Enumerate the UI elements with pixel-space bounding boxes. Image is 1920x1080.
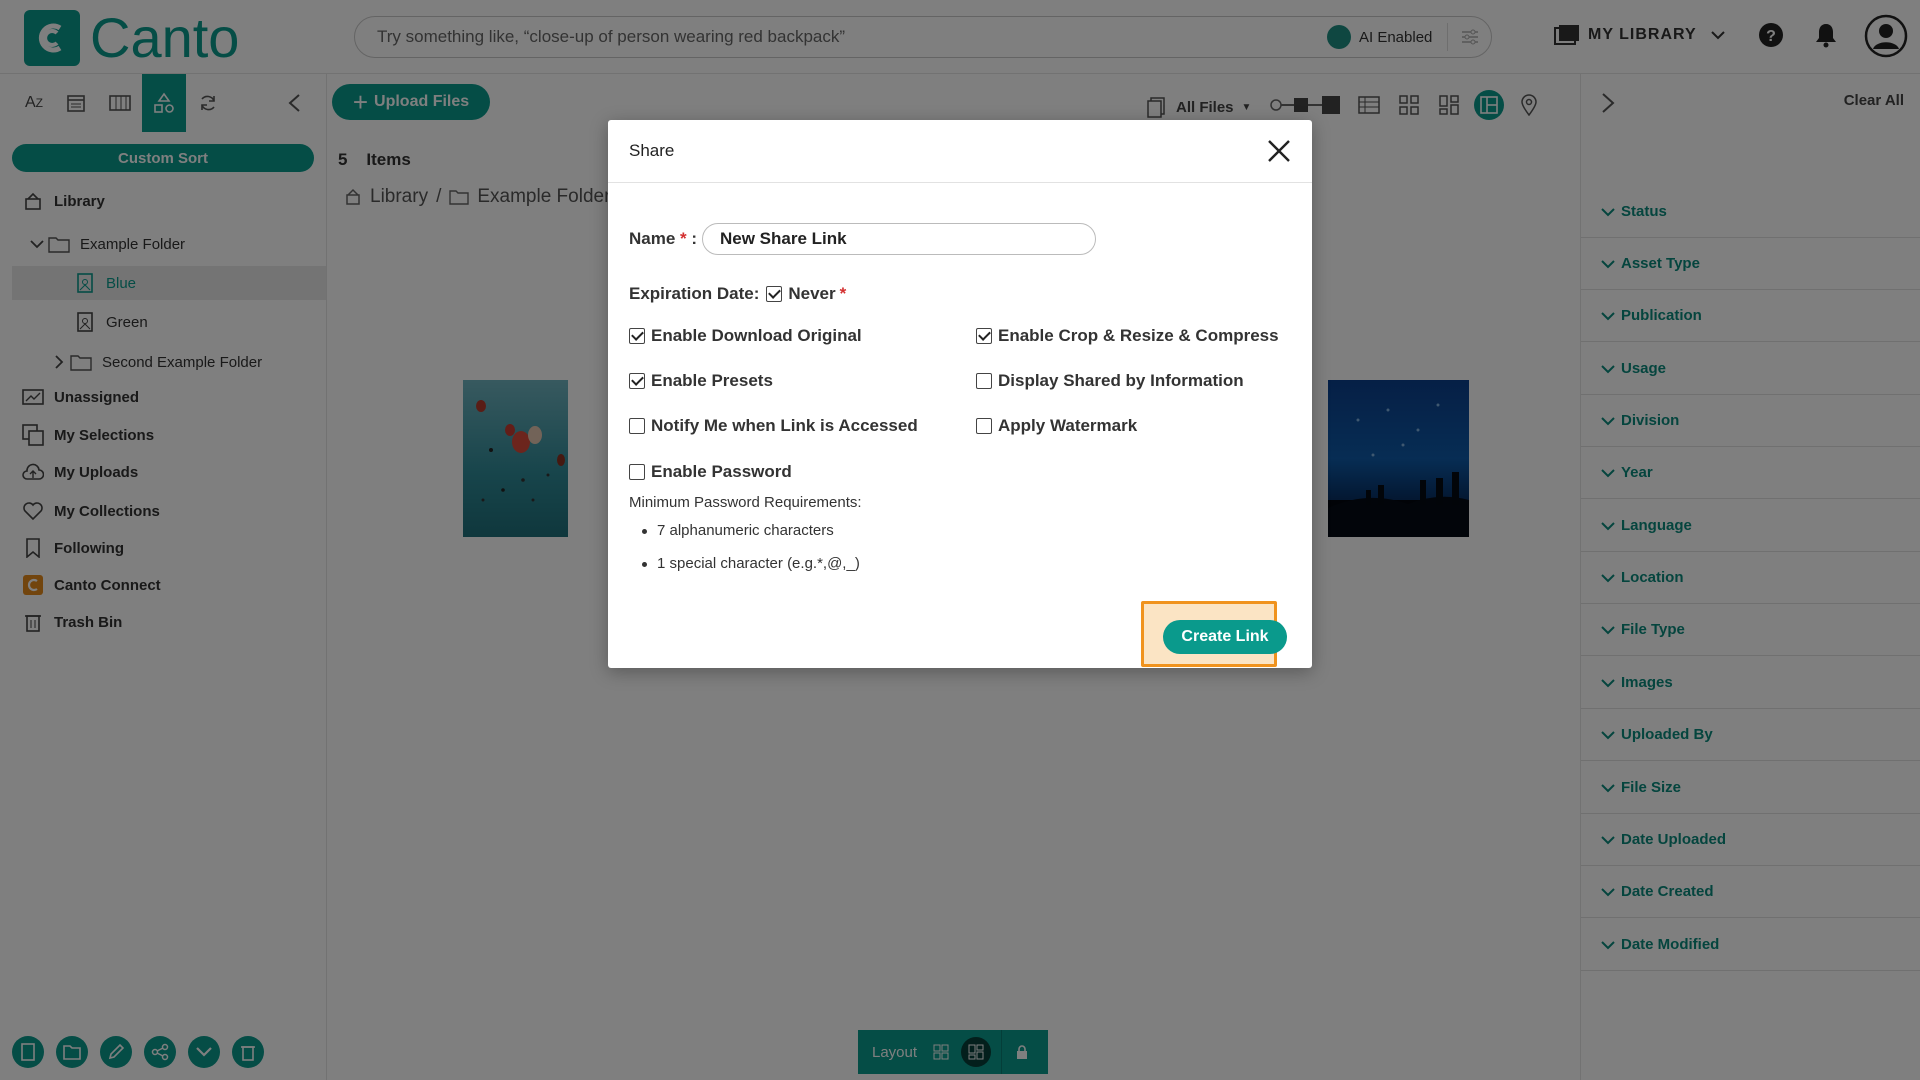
never-label: Never [788,284,836,303]
enable-password-checkbox[interactable] [629,464,645,480]
apply-watermark-option[interactable]: Apply Watermark [976,416,1137,436]
requirement-text: 7 alphanumeric characters [657,522,834,539]
bullet-icon [642,529,647,534]
dialog-title: Share [629,141,675,160]
enable-password-label: Enable Password [651,462,792,481]
never-expire-checkbox[interactable] [766,286,783,302]
enable-crop-resize-option[interactable]: Enable Crop & Resize & Compress [976,326,1279,346]
notify-on-access-label: Notify Me when Link is Accessed [651,416,918,435]
display-shared-by-label: Display Shared by Information [998,371,1244,390]
share-name-input[interactable] [702,223,1096,255]
enable-presets-checkbox[interactable] [629,373,645,389]
expiration-row: Expiration Date: Never * [629,284,846,304]
enable-crop-resize-label: Enable Crop & Resize & Compress [998,326,1279,345]
apply-watermark-label: Apply Watermark [998,416,1138,435]
enable-password-option[interactable]: Enable Password [629,462,792,482]
notify-on-access-checkbox[interactable] [629,418,645,434]
close-icon[interactable] [1266,138,1292,164]
enable-download-original-checkbox[interactable] [629,328,645,344]
notify-on-access-option[interactable]: Notify Me when Link is Accessed [629,416,918,436]
enable-crop-resize-checkbox[interactable] [976,328,992,344]
required-asterisk: * [680,229,687,248]
password-requirements-label: Minimum Password Requirements: [629,494,862,511]
list-item: 1 special character (e.g.*,@,_) [642,555,860,588]
share-dialog: Share Name * : Expiration Date: Never * … [608,120,1312,668]
create-link-highlight: Create Link [1141,601,1287,667]
dialog-header: Share [608,120,1312,183]
requirement-text: 1 special character (e.g.*,@,_) [657,555,860,572]
enable-download-original-label: Enable Download Original [651,326,862,345]
required-asterisk: * [839,284,847,303]
name-label-text: Name [629,229,676,248]
display-shared-by-checkbox[interactable] [976,373,992,389]
bullet-icon [642,562,647,567]
expiration-label: Expiration Date: [629,284,760,303]
apply-watermark-checkbox[interactable] [976,418,992,434]
name-label: Name * : [629,229,698,248]
password-requirements-list: 7 alphanumeric characters 1 special char… [642,522,860,588]
enable-presets-option[interactable]: Enable Presets [629,371,773,391]
display-shared-by-option[interactable]: Display Shared by Information [976,371,1244,391]
enable-presets-label: Enable Presets [651,371,773,390]
create-link-button[interactable]: Create Link [1163,620,1287,654]
enable-download-original-option[interactable]: Enable Download Original [629,326,862,346]
list-item: 7 alphanumeric characters [642,522,860,555]
